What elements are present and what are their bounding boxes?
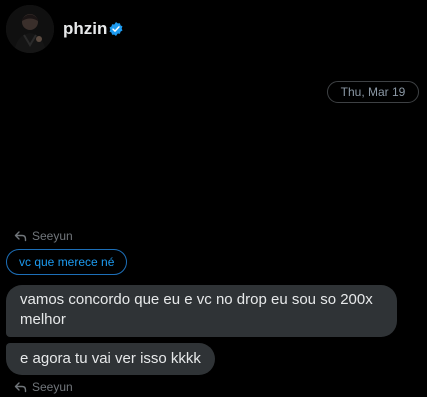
username[interactable]: phzin bbox=[63, 19, 107, 39]
quoted-message[interactable]: vc que merece né bbox=[6, 249, 128, 275]
reply-indicator: Seeyun bbox=[14, 380, 73, 394]
reply-arrow-icon bbox=[14, 382, 27, 393]
reply-arrow-icon bbox=[14, 231, 27, 242]
date-separator: Thu, Mar 19 bbox=[327, 81, 419, 103]
verified-badge-icon bbox=[108, 21, 124, 37]
reply-indicator: Seeyun bbox=[14, 229, 73, 243]
avatar-image bbox=[6, 5, 54, 53]
avatar[interactable] bbox=[6, 5, 54, 53]
message-bubble[interactable]: vamos concordo que eu e vc no drop eu so… bbox=[6, 285, 397, 337]
reply-to-name: Seeyun bbox=[32, 229, 73, 243]
chat-header: phzin bbox=[0, 0, 427, 58]
message-bubble[interactable]: e agora tu vai ver isso kkkk bbox=[6, 343, 215, 375]
reply-to-name: Seeyun bbox=[32, 380, 73, 394]
